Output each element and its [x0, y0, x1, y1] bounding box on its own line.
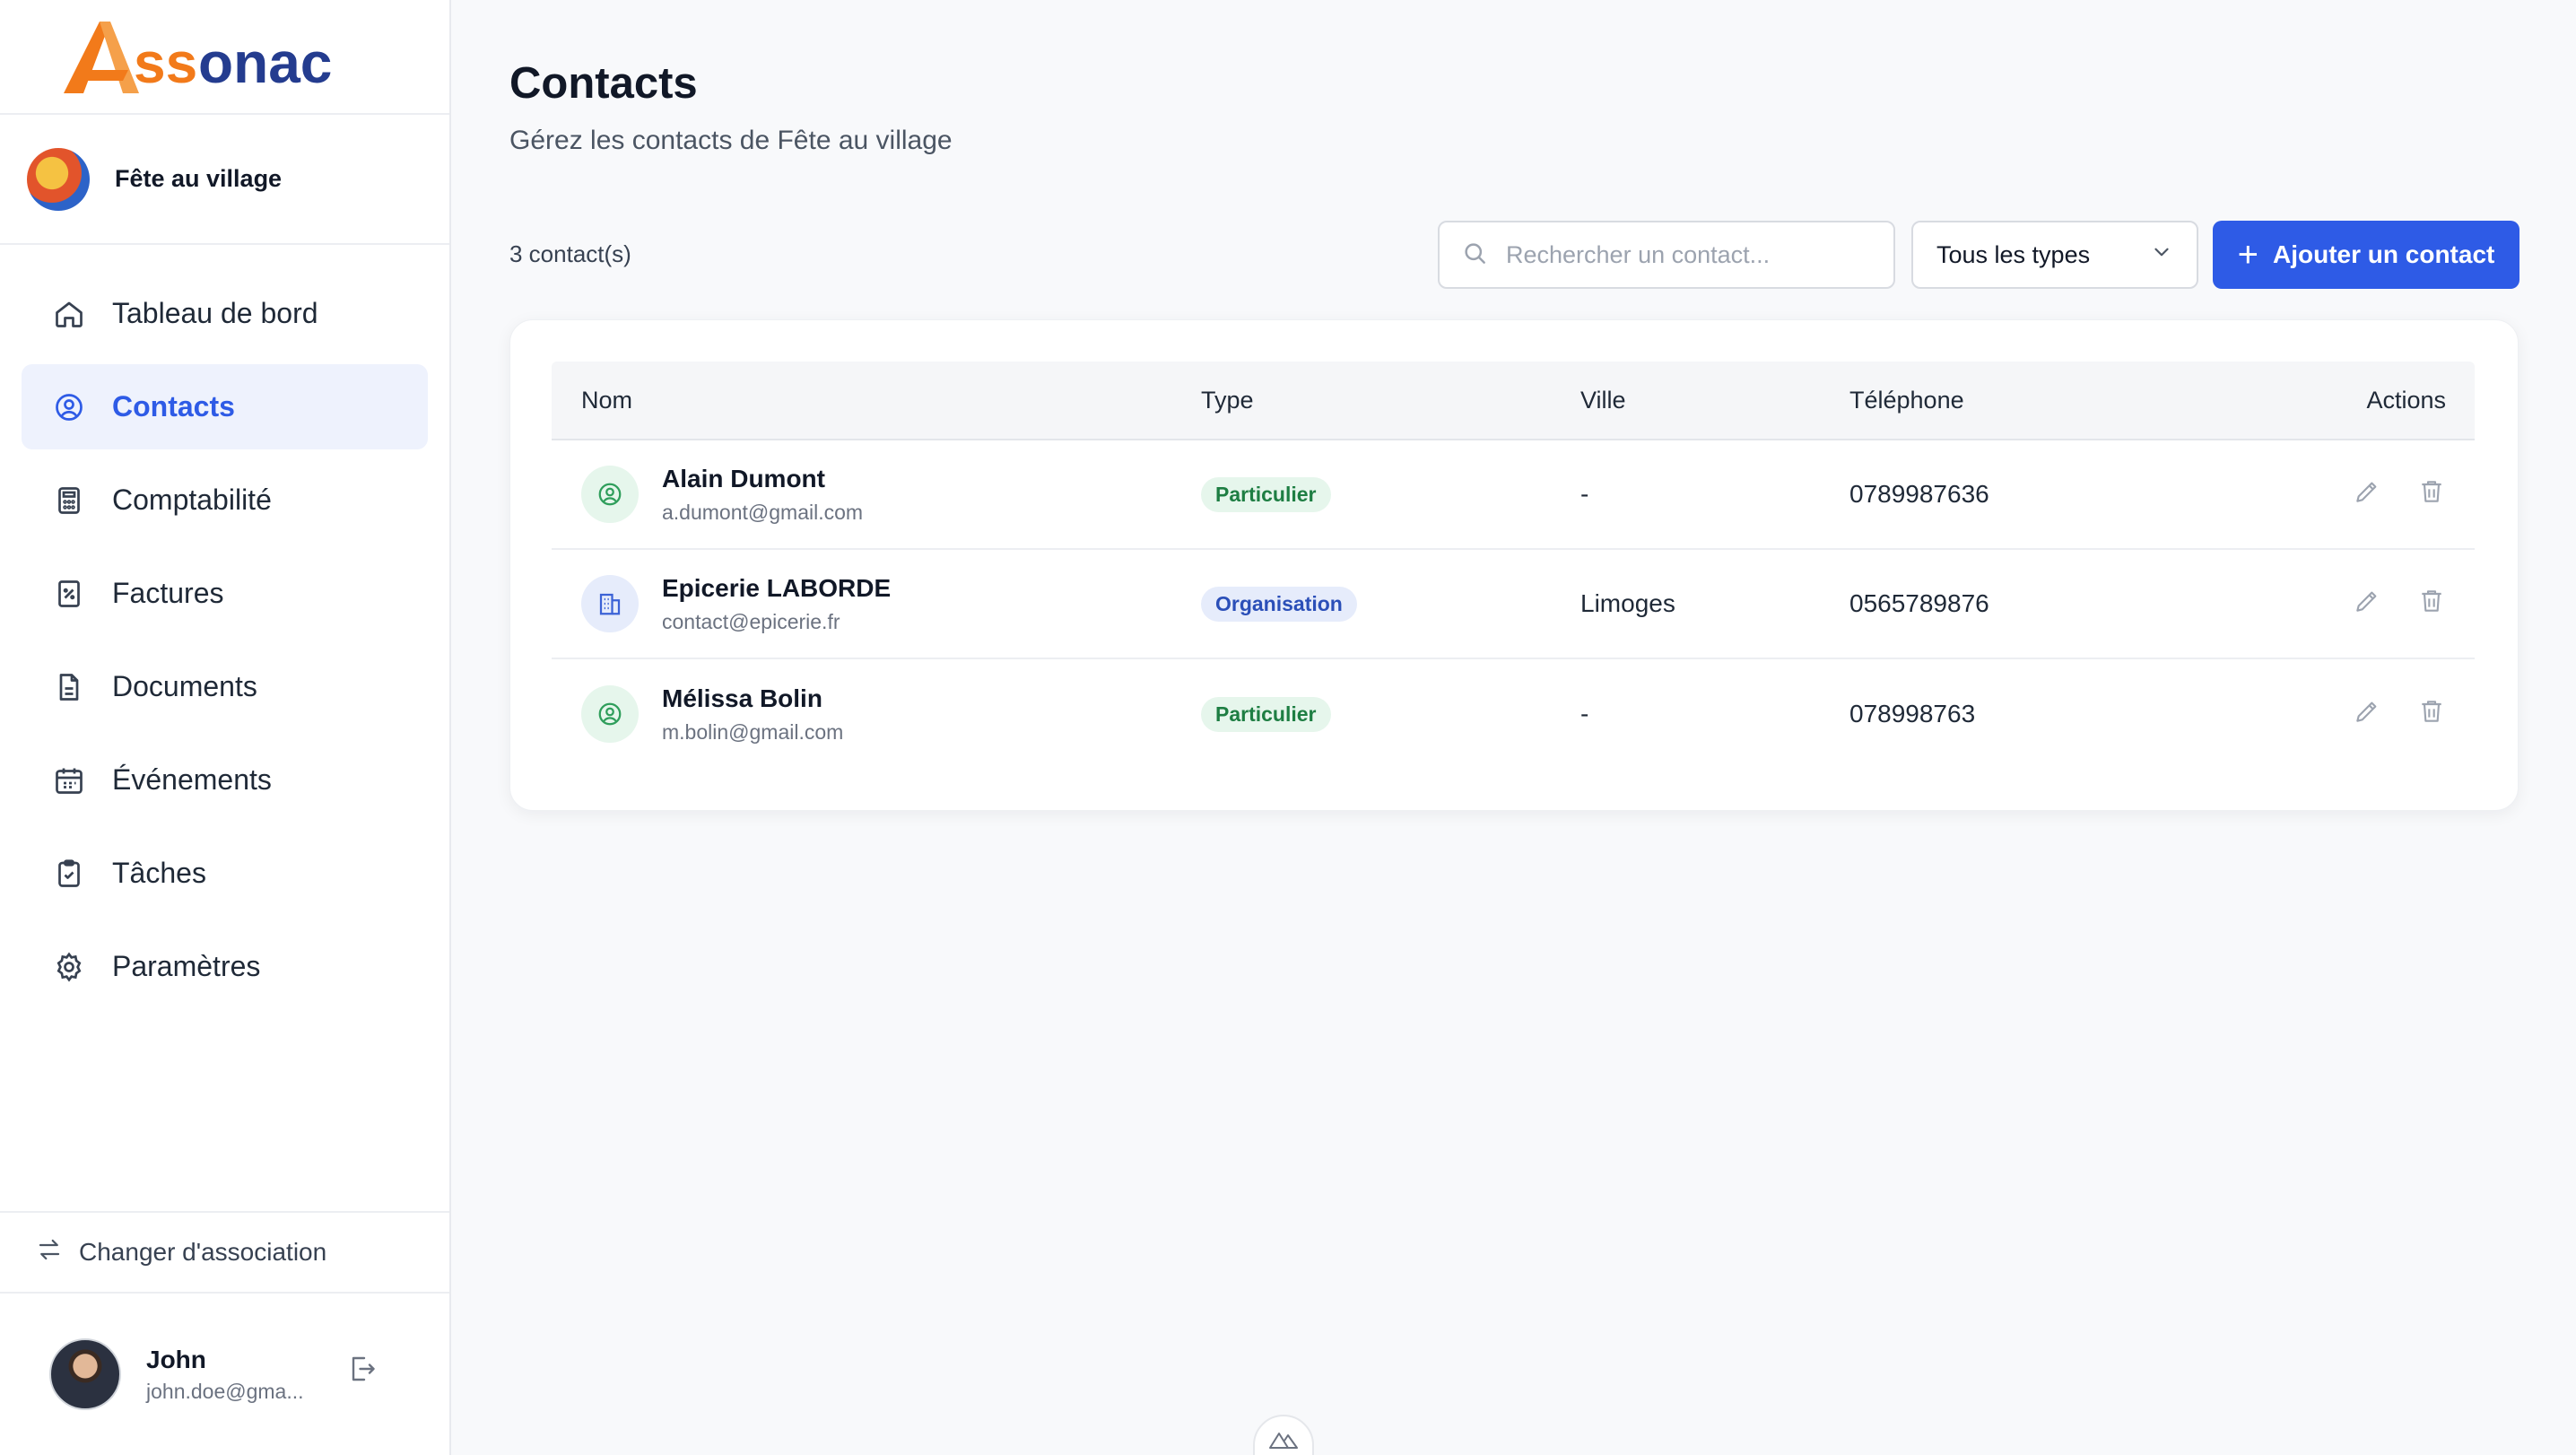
sidebar: ss onac Fête au village Tableau de bord … — [0, 0, 451, 1455]
sidebar-item-label: Factures — [112, 577, 224, 609]
delete-trash-icon[interactable] — [2417, 587, 2446, 622]
sidebar-item-label: Paramètres — [112, 950, 261, 982]
contact-phone: 0789987636 — [1849, 480, 1989, 508]
clipboard-check-icon — [51, 856, 87, 892]
contacts-table: Nom Type Ville Téléphone Actions Alain D… — [552, 362, 2475, 769]
search-box[interactable] — [1438, 221, 1895, 289]
table-row[interactable]: Mélissa Bolin m.bolin@gmail.com Particul… — [552, 659, 2475, 769]
column-header-telephone[interactable]: Téléphone — [1849, 387, 2298, 414]
sidebar-item-label: Documents — [112, 670, 257, 702]
search-icon — [1461, 240, 1488, 271]
contact-name: Epicerie LABORDE — [662, 573, 892, 602]
sidebar-item-dashboard[interactable]: Tableau de bord — [22, 271, 428, 356]
contact-city: - — [1580, 480, 1589, 508]
sidebar-nav: Tableau de bord Contacts Comptabilité Fa… — [0, 245, 449, 1017]
contact-count: 3 contact(s) — [509, 240, 631, 267]
search-input[interactable] — [1506, 240, 1865, 269]
calculator-icon — [51, 483, 87, 518]
type-badge: Particulier — [1201, 696, 1331, 732]
swap-arrows-icon — [36, 1236, 63, 1269]
sidebar-item-label: Tâches — [112, 857, 206, 889]
avatar[interactable] — [49, 1338, 121, 1410]
association-name: Fête au village — [115, 165, 283, 192]
sidebar-item-documents[interactable]: Documents — [22, 644, 428, 729]
table-row[interactable]: Epicerie LABORDE contact@epicerie.fr Org… — [552, 550, 2475, 659]
svg-text:ss: ss — [134, 30, 197, 95]
receipt-icon — [51, 576, 87, 612]
edit-pencil-icon[interactable] — [2353, 587, 2381, 622]
type-filter-select[interactable]: Tous les types — [1911, 221, 2198, 289]
devtools-toggle[interactable] — [1253, 1415, 1314, 1455]
contacts-card: Nom Type Ville Téléphone Actions Alain D… — [509, 319, 2519, 811]
sidebar-item-contacts[interactable]: Contacts — [22, 364, 428, 449]
edit-pencil-icon[interactable] — [2353, 477, 2381, 512]
brand-logo[interactable]: ss onac — [0, 0, 449, 115]
home-icon — [51, 296, 87, 332]
switch-association-label: Changer d'association — [79, 1238, 327, 1266]
sidebar-item-label: Tableau de bord — [112, 297, 318, 329]
logout-icon[interactable] — [345, 1353, 378, 1390]
person-icon — [581, 685, 639, 743]
table-row[interactable]: Alain Dumont a.dumont@gmail.com Particul… — [552, 440, 2475, 550]
user-name: John — [146, 1345, 206, 1373]
assonac-logo-icon: ss onac — [63, 22, 332, 95]
sidebar-item-label: Événements — [112, 763, 272, 796]
association-logo — [27, 147, 90, 211]
add-contact-label: Ajouter un contact — [2273, 240, 2495, 268]
column-header-nom[interactable]: Nom — [552, 387, 1201, 414]
current-association[interactable]: Fête au village — [0, 115, 449, 245]
contact-name: Alain Dumont — [662, 464, 825, 492]
calendar-icon — [51, 762, 87, 798]
type-badge: Organisation — [1201, 586, 1357, 622]
person-icon — [581, 466, 639, 523]
page-subtitle: Gérez les contacts de Fête au village — [509, 126, 953, 155]
add-contact-button[interactable]: + Ajouter un contact — [2213, 221, 2519, 289]
column-header-ville[interactable]: Ville — [1580, 387, 1849, 414]
contact-city: Limoges — [1580, 589, 1675, 617]
page-title: Contacts — [509, 59, 698, 108]
column-header-actions: Actions — [2366, 386, 2446, 414]
delete-trash-icon[interactable] — [2417, 477, 2446, 512]
main-content: Contacts Gérez les contacts de Fête au v… — [453, 0, 2576, 1455]
user-email: john.doe@gma... — [146, 1379, 304, 1403]
user-circle-icon — [51, 389, 87, 425]
sidebar-item-label: Contacts — [112, 390, 235, 423]
switch-association-button[interactable]: Changer d'association — [0, 1211, 449, 1294]
contact-phone: 078998763 — [1849, 700, 1976, 728]
gear-icon — [51, 949, 87, 985]
table-header: Nom Type Ville Téléphone Actions — [552, 362, 2475, 440]
contact-email: contact@epicerie.fr — [662, 609, 840, 633]
column-header-type[interactable]: Type — [1201, 387, 1580, 414]
building-icon — [581, 575, 639, 632]
sidebar-item-parametres[interactable]: Paramètres — [22, 924, 428, 1009]
contact-city: - — [1580, 700, 1589, 728]
nuxt-logo-icon — [1268, 1430, 1299, 1454]
contact-name: Mélissa Bolin — [662, 684, 822, 712]
delete-trash-icon[interactable] — [2417, 697, 2446, 732]
edit-pencil-icon[interactable] — [2353, 697, 2381, 732]
sidebar-item-taches[interactable]: Tâches — [22, 831, 428, 916]
user-profile: John john.doe@gma... — [0, 1294, 449, 1455]
document-icon — [51, 669, 87, 705]
sidebar-item-factures[interactable]: Factures — [22, 551, 428, 636]
svg-text:onac: onac — [198, 30, 332, 95]
sidebar-item-evenements[interactable]: Événements — [22, 737, 428, 823]
contact-phone: 0565789876 — [1849, 589, 1989, 617]
sidebar-item-label: Comptabilité — [112, 484, 272, 516]
sidebar-item-comptabilite[interactable]: Comptabilité — [22, 457, 428, 543]
contact-email: m.bolin@gmail.com — [662, 719, 844, 744]
type-filter-value: Tous les types — [1936, 240, 2091, 268]
type-badge: Particulier — [1201, 476, 1331, 512]
chevron-down-icon — [2150, 240, 2173, 270]
plus-icon: + — [2237, 234, 2258, 274]
contact-email: a.dumont@gmail.com — [662, 500, 864, 524]
